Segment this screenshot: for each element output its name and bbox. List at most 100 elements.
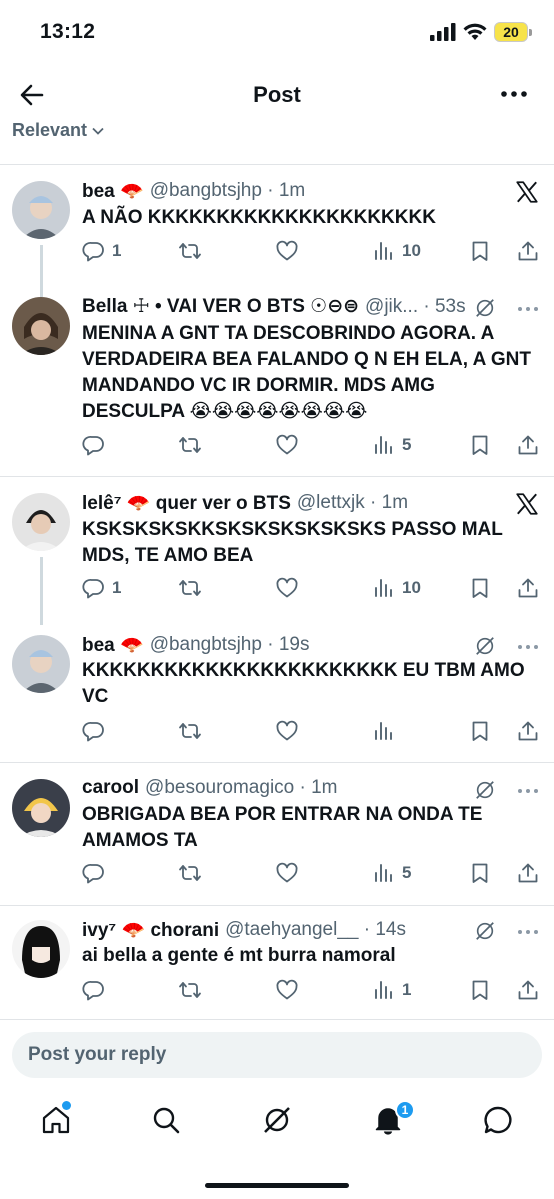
tweet-text: KKKKKKKKKKKKKKKKKKKKKKK EU TBM AMO VC xyxy=(82,660,525,707)
bookmark-button[interactable] xyxy=(468,576,492,600)
repost-button[interactable] xyxy=(178,861,202,885)
share-button[interactable] xyxy=(516,576,540,600)
bookmark-button[interactable] xyxy=(468,978,492,1002)
author-name[interactable]: carool xyxy=(82,777,139,799)
reply-icon xyxy=(82,433,106,457)
repost-button[interactable] xyxy=(178,239,202,263)
x-logo-icon xyxy=(514,491,540,517)
tweet-text: MENINA A GNT TA DESCOBRINDO AGORA. A VER… xyxy=(82,323,531,422)
reply-button[interactable] xyxy=(82,978,106,1002)
reply-count: 1 xyxy=(112,578,122,597)
share-button[interactable] xyxy=(516,719,540,743)
grok-tab-icon[interactable] xyxy=(261,1104,293,1136)
reply-button[interactable]: 1 xyxy=(82,239,121,263)
more-icon[interactable] xyxy=(516,637,540,657)
reply-tweet-carool: carool @besouromagico · 1m OBRIGADA BEA … xyxy=(0,763,554,905)
author-name[interactable]: bea 🪭 xyxy=(82,633,144,657)
grok-icon[interactable] xyxy=(474,779,496,801)
repost-button[interactable] xyxy=(178,576,202,600)
reply-button[interactable] xyxy=(82,861,106,885)
like-button[interactable] xyxy=(275,433,299,457)
thread-line xyxy=(40,245,43,297)
like-button[interactable] xyxy=(275,978,299,1002)
wifi-icon xyxy=(463,23,487,40)
avatar[interactable] xyxy=(12,493,70,551)
messages-icon[interactable] xyxy=(482,1104,514,1136)
share-button[interactable] xyxy=(516,239,540,263)
share-button[interactable] xyxy=(516,978,540,1002)
reply-button[interactable] xyxy=(82,433,106,457)
views-button[interactable] xyxy=(372,719,396,743)
share-button[interactable] xyxy=(516,861,540,885)
more-icon[interactable] xyxy=(516,781,540,801)
tweet-text: OBRIGADA BEA POR ENTRAR NA ONDA TE AMAMO… xyxy=(82,804,483,851)
reply-icon xyxy=(82,239,106,263)
author-name[interactable]: lelê⁷ 🪭 quer ver o BTS xyxy=(82,491,291,515)
repost-button[interactable] xyxy=(178,719,202,743)
bookmark-button[interactable] xyxy=(468,861,492,885)
avatar[interactable] xyxy=(12,181,70,239)
bookmark-button[interactable] xyxy=(468,239,492,263)
author-name[interactable]: Bella ☩ • VAI VER O BTS ☉⊖⊜ xyxy=(82,295,359,318)
views-icon xyxy=(372,861,396,885)
reply-input[interactable]: Post your reply xyxy=(12,1032,542,1078)
like-button[interactable] xyxy=(275,576,299,600)
grok-icon[interactable] xyxy=(474,635,496,657)
bookmark-button[interactable] xyxy=(468,719,492,743)
reply-button[interactable] xyxy=(82,719,106,743)
tweet-text: A NÃO KKKKKKKKKKKKKKKKKKKKK xyxy=(82,207,436,228)
tweet-header: ivy⁷ 🪭 chorani @taehyangel__ · 14s xyxy=(82,918,534,942)
author-name[interactable]: bea 🪭 xyxy=(82,179,144,203)
tweet-text: KSKSKSKSKKSKSKSKSKSKSKS PASSO MAL MDS, T… xyxy=(82,519,503,566)
like-button[interactable] xyxy=(275,719,299,743)
search-icon[interactable] xyxy=(150,1104,182,1136)
tweet-header: lelê⁷ 🪭 quer ver o BTS @lettxjk · 1m xyxy=(82,491,534,515)
tweet-header: bea 🪭 @bangbtsjhp · 19s xyxy=(82,633,534,657)
views-button[interactable]: 1 xyxy=(372,978,411,1002)
views-button[interactable]: 5 xyxy=(372,433,411,457)
grok-icon[interactable] xyxy=(474,920,496,942)
bookmark-icon xyxy=(468,433,492,457)
views-button[interactable]: 10 xyxy=(372,576,421,600)
views-button[interactable]: 5 xyxy=(372,861,411,885)
bookmark-icon xyxy=(468,978,492,1002)
avatar[interactable] xyxy=(12,779,70,837)
divider xyxy=(0,1019,554,1020)
share-icon xyxy=(516,978,540,1002)
like-button[interactable] xyxy=(275,861,299,885)
repost-icon xyxy=(178,433,202,457)
repost-button[interactable] xyxy=(178,978,202,1002)
author-name[interactable]: ivy⁷ 🪭 chorani xyxy=(82,918,219,942)
tweet-actions xyxy=(82,719,540,745)
more-icon[interactable] xyxy=(516,299,540,319)
reply-tweet-ivy: ivy⁷ 🪭 chorani @taehyangel__ · 14s ai be… xyxy=(0,906,554,1020)
repost-button[interactable] xyxy=(178,433,202,457)
repost-icon xyxy=(178,719,202,743)
bookmark-icon xyxy=(468,576,492,600)
more-options-icon[interactable] xyxy=(500,82,528,106)
heart-icon xyxy=(275,576,299,600)
reply-button[interactable]: 1 xyxy=(82,576,121,600)
reply-icon xyxy=(82,861,106,885)
author-handle: @jik... · 53s xyxy=(365,295,466,317)
bookmark-icon xyxy=(468,861,492,885)
avatar[interactable] xyxy=(12,920,70,978)
battery-level: 20 xyxy=(494,22,528,42)
sort-label: Relevant xyxy=(12,120,88,140)
tweet-actions: 1 xyxy=(82,978,540,1004)
share-button[interactable] xyxy=(516,433,540,457)
grok-icon[interactable] xyxy=(474,297,496,319)
sort-dropdown[interactable]: Relevant xyxy=(12,120,105,141)
repost-icon xyxy=(178,978,202,1002)
heart-icon xyxy=(275,433,299,457)
bookmark-button[interactable] xyxy=(468,433,492,457)
battery-icon: 20 xyxy=(494,22,532,42)
views-button[interactable]: 10 xyxy=(372,239,421,263)
avatar[interactable] xyxy=(12,297,70,355)
like-button[interactable] xyxy=(275,239,299,263)
avatar[interactable] xyxy=(12,635,70,693)
tweet-header: Bella ☩ • VAI VER O BTS ☉⊖⊜ @jik... · 53… xyxy=(82,295,534,318)
heart-icon xyxy=(275,239,299,263)
more-icon[interactable] xyxy=(516,922,540,942)
status-bar: 13:12 20 xyxy=(0,0,554,64)
